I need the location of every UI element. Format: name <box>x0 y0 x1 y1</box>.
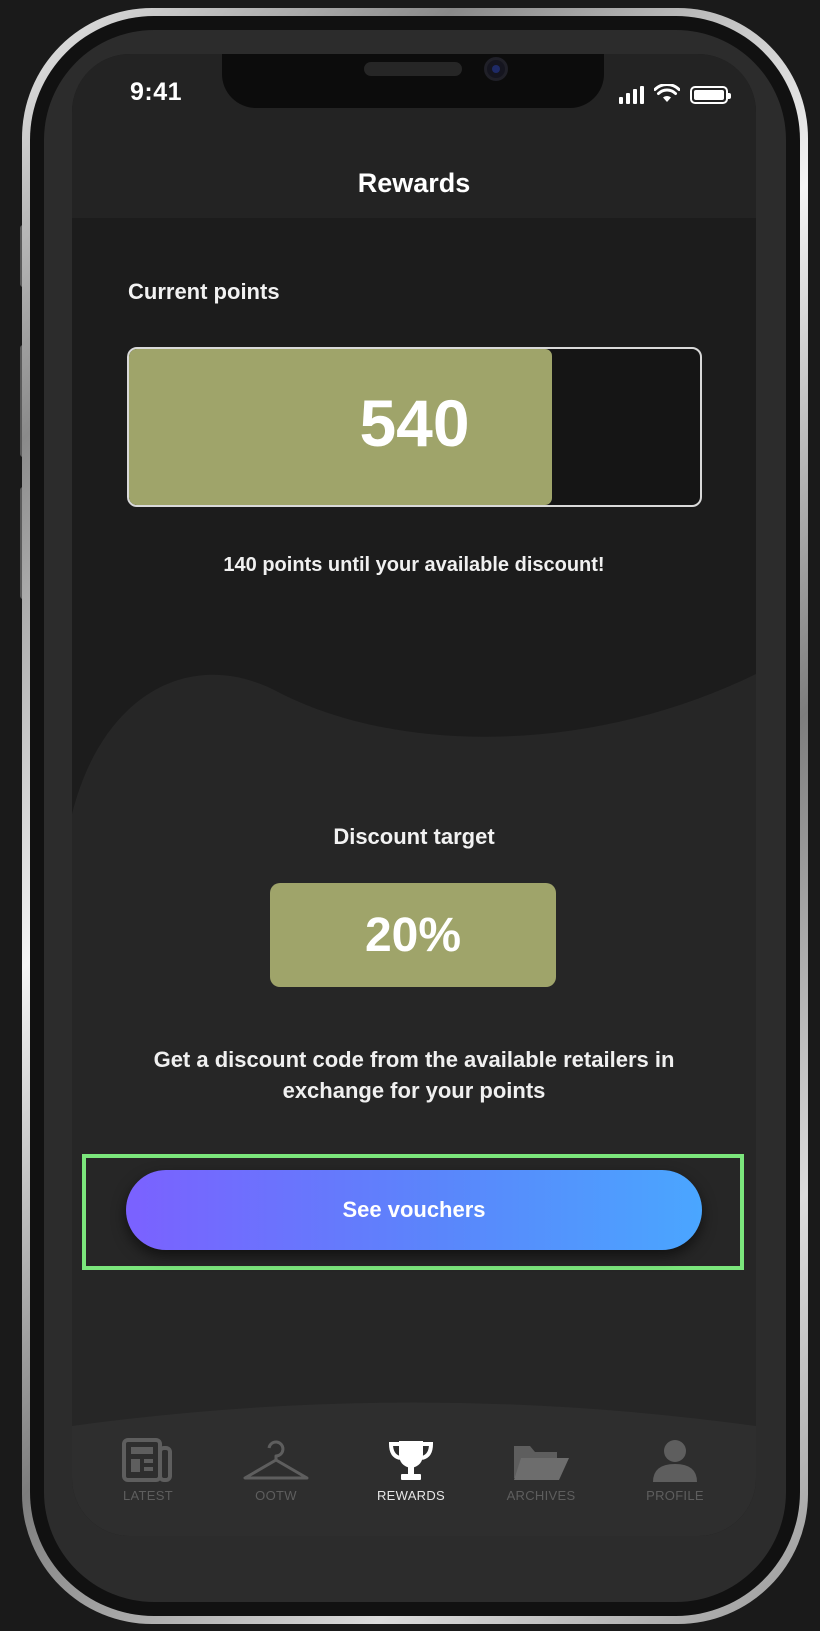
folder-icon <box>514 1446 569 1480</box>
tab-archives[interactable]: ARCHIVES <box>481 1438 601 1518</box>
tab-label: ARCHIVES <box>506 1488 576 1503</box>
user-icon <box>653 1440 697 1482</box>
tab-label: PROFILE <box>646 1488 704 1503</box>
tab-label: REWARDS <box>376 1488 446 1503</box>
trophy-icon <box>388 1441 434 1480</box>
tab-bar-background <box>72 1402 756 1536</box>
tab-label: LATEST <box>123 1488 173 1503</box>
tab-latest[interactable]: LATEST <box>88 1438 208 1518</box>
tab-label: OOTW <box>255 1488 297 1503</box>
phone-screen: 9:41 Rewards Current points 540 140 poin… <box>72 54 756 1536</box>
tab-ootw[interactable]: OOTW <box>216 1438 336 1518</box>
tab-profile[interactable]: PROFILE <box>615 1438 735 1518</box>
tab-rewards[interactable]: REWARDS <box>351 1438 471 1518</box>
newspaper-icon <box>122 1438 172 1482</box>
hanger-icon <box>243 1440 309 1480</box>
